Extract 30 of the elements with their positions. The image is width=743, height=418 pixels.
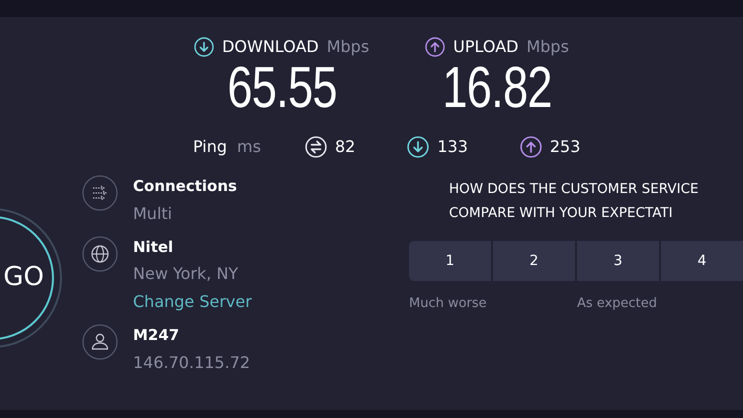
info-title: Nitel (133, 236, 174, 258)
connections-icon (82, 175, 118, 211)
info-title: M247 (133, 325, 180, 346)
unit-label: Mbps (526, 36, 569, 58)
metric-label: DOWNLOAD (222, 36, 319, 58)
rating-caption: As expected (577, 296, 658, 311)
ping-value: 133 (437, 136, 468, 158)
ping-value: 253 (550, 136, 580, 158)
ping-value: 82 (334, 136, 356, 158)
rating-button[interactable]: 4 (661, 241, 743, 281)
unit-label: ms (237, 136, 261, 158)
change-server-link[interactable]: Change Server (133, 290, 252, 314)
globe-icon (82, 236, 118, 272)
go-button[interactable]: GO (0, 216, 54, 340)
info-title: Connections (133, 176, 237, 197)
speed-value: 16.82 (442, 59, 552, 117)
ping-label: Ping (193, 136, 228, 158)
rating-button[interactable]: 2 (493, 241, 575, 281)
unit-label: Mbps (326, 36, 370, 58)
rating-button[interactable]: 3 (577, 241, 659, 281)
user-icon (82, 324, 118, 360)
rating-button[interactable]: 1 (409, 241, 491, 281)
survey-question: HOW DOES THE CUSTOMER SERVICE COMPARE WITH YOUR EXPECTATI (448, 180, 700, 223)
speed-value: 65.55 (226, 59, 336, 117)
rating-caption: Much worse (409, 296, 487, 311)
info-subtitle: Multi (133, 202, 174, 224)
jitter-arrows-icon (304, 136, 327, 158)
info-subtitle: 146.70.115.72 (133, 352, 250, 374)
metric-label: UPLOAD (453, 36, 518, 58)
info-subtitle: New York, NY (133, 263, 240, 285)
